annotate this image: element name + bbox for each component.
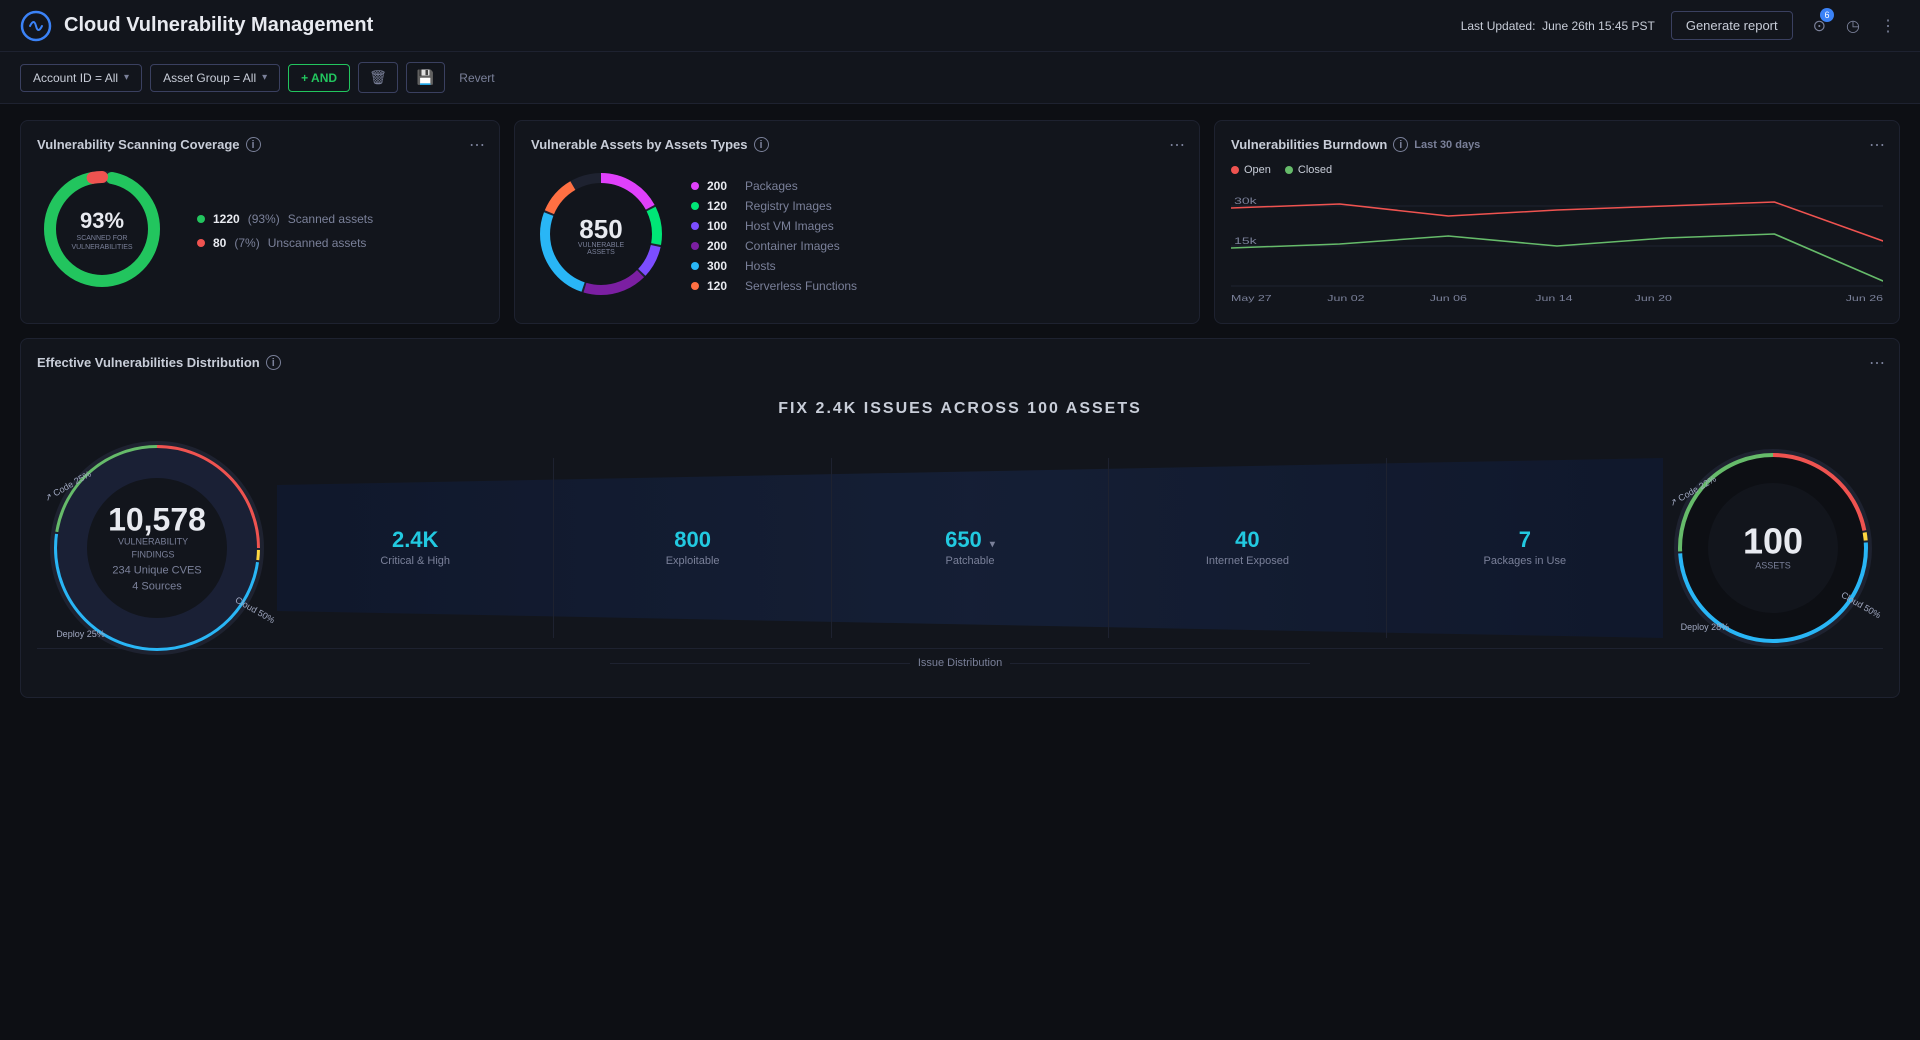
chevron-down-icon: ▾ xyxy=(124,72,129,83)
save-icon: 💾 xyxy=(417,69,434,85)
chevron-icon: ▾ xyxy=(990,539,995,550)
svg-text:Jun 14: Jun 14 xyxy=(1535,295,1572,303)
closed-dot xyxy=(1285,166,1293,174)
vuln-donut-label: 850 VULNERABLEASSETS xyxy=(578,216,624,256)
logo-icon xyxy=(20,10,52,42)
open-legend: Open xyxy=(1231,164,1271,176)
svg-text:Jun 06: Jun 06 xyxy=(1430,295,1467,303)
burndown-card: Vulnerabilities Burndown i Last 30 days … xyxy=(1214,120,1900,324)
card-menu-button[interactable]: ⋯ xyxy=(1869,135,1885,155)
card-menu-button[interactable]: ⋯ xyxy=(469,135,485,155)
scanned-dot xyxy=(197,215,205,223)
and-button[interactable]: + AND xyxy=(288,64,350,92)
legend-item-host-vm: 100 Host VM Images xyxy=(691,219,857,233)
svg-text:Jun 02: Jun 02 xyxy=(1327,295,1364,303)
header: Cloud Vulnerability Management Last Upda… xyxy=(0,0,1920,52)
last-updated: Last Updated: June 26th 15:45 PST xyxy=(1461,19,1655,33)
trash-icon: 🗑 xyxy=(369,69,387,85)
unscanned-stat: 80 (7%) Unscanned assets xyxy=(197,236,373,250)
filter-bar: Account ID = All ▾ Asset Group = All ▾ +… xyxy=(0,52,1920,104)
metric-packages-in-use: 7 Packages in Use xyxy=(1387,458,1663,638)
scanned-stat: 1220 (93%) Scanned assets xyxy=(197,212,373,226)
svg-text:Jun 26: Jun 26 xyxy=(1846,295,1883,303)
card-title: Vulnerability Scanning Coverage i xyxy=(37,137,483,152)
metric-critical-high: 2.4K Critical & High xyxy=(277,458,554,638)
unscanned-dot xyxy=(197,239,205,247)
svg-text:Jun 20: Jun 20 xyxy=(1635,295,1672,303)
vulnerable-assets-card: Vulnerable Assets by Assets Types i ⋯ xyxy=(514,120,1200,324)
eff-vuln-section: Effective Vulnerabilities Distribution i… xyxy=(20,338,1900,698)
funnel-area: 10,578 VULNERABILITY FINDINGS 234 Unique… xyxy=(37,438,1883,658)
closed-legend: Closed xyxy=(1285,164,1332,176)
vuln-donut: 850 VULNERABLEASSETS xyxy=(531,164,671,307)
svg-text:15k: 15k xyxy=(1234,236,1257,246)
burndown-legend: Open Closed xyxy=(1231,164,1883,176)
clock-icon-button[interactable]: ◷ xyxy=(1842,12,1864,40)
svg-text:30k: 30k xyxy=(1234,196,1257,206)
left-big-donut: 10,578 VULNERABILITY FINDINGS 234 Unique… xyxy=(37,428,277,668)
vuln-legend: 200 Packages 120 Registry Images 100 Hos… xyxy=(691,179,857,293)
open-dot xyxy=(1231,166,1239,174)
deploy-arc-label-left: Deploy 25% xyxy=(56,629,105,639)
filter-icon-button[interactable]: ⊙ 6 xyxy=(1809,12,1830,40)
right-big-donut: 100 ASSETS ↗ Code 22% Cloud 50% Deploy 2… xyxy=(1663,438,1883,658)
metric-patchable: 650 ▾ Patchable xyxy=(832,458,1109,638)
info-icon[interactable]: i xyxy=(754,137,769,152)
metric-exploitable: 800 Exploitable xyxy=(554,458,831,638)
metric-internet-exposed: 40 Internet Exposed xyxy=(1109,458,1386,638)
card-menu-button[interactable]: ⋯ xyxy=(1169,135,1185,155)
donut-label: 93% SCANNED FORVULNERABILITIES xyxy=(71,209,132,251)
legend-item-registry: 120 Registry Images xyxy=(691,199,857,213)
svg-text:May 27: May 27 xyxy=(1231,295,1272,303)
save-filter-button[interactable]: 💾 xyxy=(406,62,445,93)
info-icon[interactable]: i xyxy=(246,137,261,152)
legend-item-serverless: 120 Serverless Functions xyxy=(691,279,857,293)
vuln-card-inner: 850 VULNERABLEASSETS 200 Packages 120 Re… xyxy=(531,164,1183,307)
cards-row: Vulnerability Scanning Coverage i ⋯ 93% … xyxy=(20,120,1900,324)
revert-button[interactable]: Revert xyxy=(453,65,500,91)
card-title: Vulnerabilities Burndown i Last 30 days xyxy=(1231,137,1883,152)
scanning-card-inner: 93% SCANNED FORVULNERABILITIES 1220 (93%… xyxy=(37,164,483,297)
legend-item-hosts: 300 Hosts xyxy=(691,259,857,273)
funnel-metrics: 2.4K Critical & High 800 Exploitable 650… xyxy=(277,458,1663,638)
deploy-arc-label-right: Deploy 28% xyxy=(1681,622,1730,632)
chevron-down-icon: ▾ xyxy=(262,72,267,83)
header-left: Cloud Vulnerability Management xyxy=(20,10,373,42)
header-icons: ⊙ 6 ◷ ⋮ xyxy=(1809,12,1900,40)
eff-vuln-title: Effective Vulnerabilities Distribution i xyxy=(37,355,1883,370)
main-content: Vulnerability Scanning Coverage i ⋯ 93% … xyxy=(0,104,1920,714)
card-title: Vulnerable Assets by Assets Types i xyxy=(531,137,1183,152)
card-menu-button[interactable]: ⋯ xyxy=(1869,353,1885,373)
scanning-donut: 93% SCANNED FORVULNERABILITIES xyxy=(37,164,167,297)
more-menu-button[interactable]: ⋮ xyxy=(1876,12,1900,40)
generate-report-button[interactable]: Generate report xyxy=(1671,11,1793,40)
right-donut-center: 100 ASSETS xyxy=(1743,524,1803,573)
legend-item-packages: 200 Packages xyxy=(691,179,857,193)
clock-icon: ◷ xyxy=(1846,18,1860,35)
app-title: Cloud Vulnerability Management xyxy=(64,14,373,37)
burndown-chart: 30k 15k May 27 Jun 02 Jun 06 Jun 14 Jun … xyxy=(1231,186,1883,306)
info-icon[interactable]: i xyxy=(266,355,281,370)
legend-item-container: 200 Container Images xyxy=(691,239,857,253)
header-right: Last Updated: June 26th 15:45 PST Genera… xyxy=(1461,11,1900,40)
account-id-filter[interactable]: Account ID = All ▾ xyxy=(20,64,142,92)
scan-stats: 1220 (93%) Scanned assets 80 (7%) Unscan… xyxy=(197,212,373,250)
left-donut-center: 10,578 VULNERABILITY FINDINGS 234 Unique… xyxy=(108,503,206,592)
asset-group-filter[interactable]: Asset Group = All ▾ xyxy=(150,64,280,92)
scanning-coverage-card: Vulnerability Scanning Coverage i ⋯ 93% … xyxy=(20,120,500,324)
more-icon: ⋮ xyxy=(1880,18,1896,35)
delete-filter-button[interactable]: 🗑 xyxy=(358,62,398,93)
notification-badge: 6 xyxy=(1820,8,1834,22)
info-icon[interactable]: i xyxy=(1393,137,1408,152)
fix-banner: FIX 2.4K ISSUES ACROSS 100 ASSETS xyxy=(37,400,1883,418)
